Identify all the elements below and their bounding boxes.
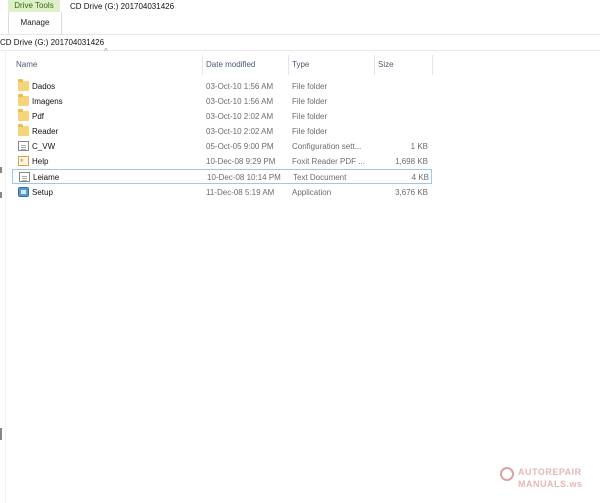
file-row-setup[interactable]: Setup 11-Dec-08 5:19 AM Application 3,67…	[12, 185, 432, 200]
file-row-dados[interactable]: Dados 03-Oct-10 1:56 AM File folder	[12, 79, 432, 94]
file-name[interactable]: Imagens	[32, 94, 182, 109]
file-type: File folder	[292, 82, 328, 91]
file-name[interactable]: Help	[32, 154, 182, 169]
file-type: File folder	[292, 112, 328, 121]
application-icon	[18, 187, 29, 197]
watermark-logo: AUTOREPAIR MANUALS.ws	[500, 467, 596, 497]
file-size: 1,698 KB	[395, 157, 428, 166]
nav-pane-marker	[0, 192, 2, 198]
file-name[interactable]: Pdf	[32, 109, 182, 124]
file-date-modified: 10-Dec-08 10:14 PM	[207, 173, 281, 182]
file-row-help[interactable]: Help 10-Dec-08 9:29 PM Foxit Reader PDF …	[12, 154, 432, 170]
file-date-modified: 03-Oct-10 1:56 AM	[206, 97, 274, 106]
file-date-modified: 11-Dec-08 5:19 AM	[206, 188, 275, 197]
file-row-pdf[interactable]: Pdf 03-Oct-10 2:02 AM File folder	[12, 109, 432, 124]
file-row-reader[interactable]: Reader 03-Oct-10 2:02 AM File folder	[12, 124, 432, 139]
file-size: 3,676 KB	[395, 188, 428, 197]
file-name[interactable]: Setup	[32, 185, 182, 200]
file-row-leiame[interactable]: Leiame 10-Dec-08 10:14 PM Text Document …	[12, 169, 432, 184]
file-row-imagens[interactable]: Imagens 03-Oct-10 1:56 AM File folder	[12, 94, 432, 109]
file-date-modified: 05-Oct-05 9:00 PM	[206, 142, 274, 151]
navigation-pane-edge[interactable]	[0, 50, 6, 503]
file-row-c-vw[interactable]: C_VW 05-Oct-05 9:00 PM Configuration set…	[12, 139, 432, 154]
text-file-icon	[19, 172, 30, 182]
folder-icon	[18, 124, 29, 136]
file-size: 4 KB	[411, 173, 429, 182]
file-name[interactable]: Leiame	[33, 170, 183, 185]
file-type: Application	[292, 188, 332, 197]
watermark-line-2: MANUALS.ws	[518, 479, 583, 489]
watermark-emblem-icon	[500, 467, 514, 481]
file-list-header: ^ Name Date modified Type Size	[12, 47, 436, 75]
column-header-type[interactable]: Type	[288, 55, 374, 75]
file-name[interactable]: C_VW	[32, 139, 182, 154]
file-type: File folder	[292, 127, 328, 136]
nav-pane-marker	[0, 167, 2, 173]
file-type: Text Document	[293, 173, 347, 182]
pdf-file-icon	[18, 155, 29, 170]
file-name[interactable]: Reader	[32, 124, 182, 139]
column-divider[interactable]	[432, 55, 433, 75]
folder-icon	[18, 109, 29, 121]
file-type: File folder	[292, 97, 328, 106]
window-title: CD Drive (G:) 201704031426	[70, 2, 175, 11]
file-date-modified: 03-Oct-10 2:02 AM	[206, 127, 274, 136]
breadcrumb[interactable]: CD Drive (G:) 201704031426	[0, 36, 104, 50]
file-date-modified: 03-Oct-10 1:56 AM	[206, 82, 274, 91]
file-name[interactable]: Dados	[32, 79, 182, 94]
config-file-icon	[18, 141, 29, 151]
tab-manage[interactable]: Manage	[8, 12, 62, 34]
file-size: 1 KB	[410, 142, 428, 151]
ribbon: Drive Tools Manage CD Drive (G:) 2017040…	[0, 0, 600, 35]
address-bar[interactable]: CD Drive (G:) 201704031426	[0, 36, 600, 51]
file-date-modified: 03-Oct-10 2:02 AM	[206, 112, 274, 121]
folder-icon	[18, 94, 29, 106]
drive-tools-group-label: Drive Tools	[8, 0, 60, 12]
column-header-name[interactable]: Name	[12, 55, 202, 75]
file-type: Foxit Reader PDF ...	[292, 157, 365, 166]
nav-pane-marker	[0, 428, 2, 440]
file-date-modified: 10-Dec-08 9:29 PM	[206, 157, 276, 166]
column-header-date-modified[interactable]: Date modified	[202, 55, 288, 75]
watermark-line-1: AUTOREPAIR	[518, 467, 582, 477]
column-header-size[interactable]: Size	[374, 55, 432, 75]
file-type: Configuration sett...	[292, 142, 362, 151]
folder-icon	[18, 79, 29, 91]
